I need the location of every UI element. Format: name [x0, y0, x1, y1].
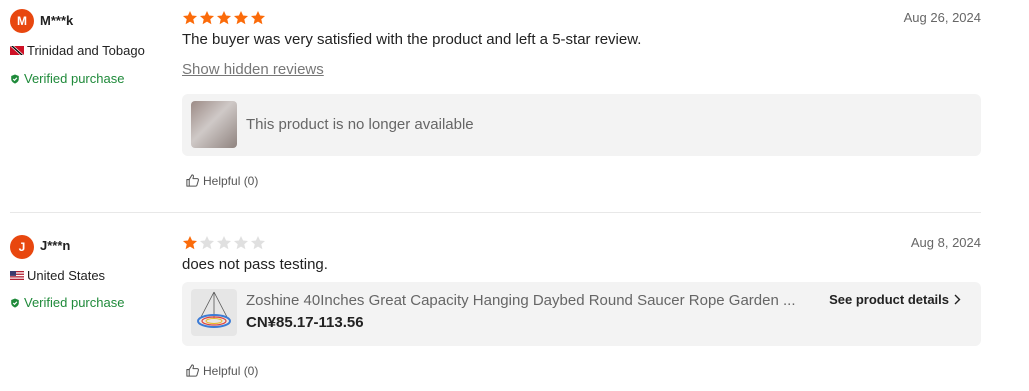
- trinidad-flag-icon: [10, 46, 24, 55]
- helpful-button[interactable]: Helpful (0): [185, 363, 258, 378]
- product-price: CN¥85.17-113.56: [246, 314, 364, 331]
- review-date: Aug 8, 2024: [910, 235, 981, 250]
- review-date: Aug 26, 2024: [903, 10, 981, 25]
- us-flag-icon: [10, 271, 24, 280]
- star-filled-icon: [182, 10, 198, 25]
- helpful-label: Helpful (0): [203, 363, 259, 378]
- star-rating: [182, 10, 266, 26]
- helpful-label: Helpful (0): [203, 173, 259, 188]
- show-hidden-reviews-link[interactable]: Show hidden reviews: [182, 61, 324, 78]
- country-label: United States: [27, 268, 106, 283]
- star-filled-icon: [216, 10, 232, 25]
- star-empty-icon: [233, 235, 249, 250]
- star-filled-icon: [199, 10, 215, 25]
- shield-check-icon: [11, 298, 19, 307]
- shield-check-icon: [11, 74, 19, 83]
- star-filled-icon: [182, 235, 198, 250]
- star-rating: [182, 235, 266, 251]
- avatar: M: [10, 9, 34, 33]
- star-filled-icon: [250, 10, 266, 25]
- reviewer-country: Trinidad and Tobago: [10, 43, 145, 58]
- review-item: M M***k Trinidad and Tobago Verified pur…: [0, 0, 1029, 213]
- review-text: The buyer was very satisfied with the pr…: [182, 31, 642, 48]
- helpful-button[interactable]: Helpful (0): [185, 173, 258, 188]
- saucer-swing-image: [197, 291, 231, 328]
- review-item: J J***n United States Verified purchase …: [0, 213, 1029, 391]
- reviewer-name: M***k: [40, 13, 74, 28]
- star-empty-icon: [250, 235, 266, 250]
- verified-badge: Verified purchase: [10, 71, 124, 86]
- see-details-label: See product details: [829, 292, 949, 307]
- star-empty-icon: [199, 235, 215, 250]
- product-thumbnail: [191, 101, 237, 148]
- thumbs-up-icon: [186, 364, 199, 377]
- star-empty-icon: [216, 235, 232, 250]
- verified-badge: Verified purchase: [10, 295, 124, 310]
- verified-label: Verified purchase: [24, 295, 125, 310]
- thumbs-up-icon: [186, 174, 199, 187]
- product-card: This product is no longer available: [182, 94, 981, 156]
- product-title[interactable]: Zoshine 40Inches Great Capacity Hanging …: [246, 292, 821, 309]
- review-text: does not pass testing.: [182, 256, 328, 273]
- avatar: J: [10, 235, 34, 259]
- product-card[interactable]: Zoshine 40Inches Great Capacity Hanging …: [182, 282, 981, 346]
- reviewer-name: J***n: [40, 238, 71, 253]
- country-label: Trinidad and Tobago: [27, 43, 145, 58]
- reviewer-country: United States: [10, 268, 105, 283]
- product-thumbnail: [191, 289, 237, 336]
- chevron-right-icon: [954, 294, 961, 305]
- star-filled-icon: [233, 10, 249, 25]
- verified-label: Verified purchase: [24, 71, 125, 86]
- product-unavailable-text: This product is no longer available: [246, 116, 474, 133]
- see-product-details-link[interactable]: See product details: [829, 292, 961, 307]
